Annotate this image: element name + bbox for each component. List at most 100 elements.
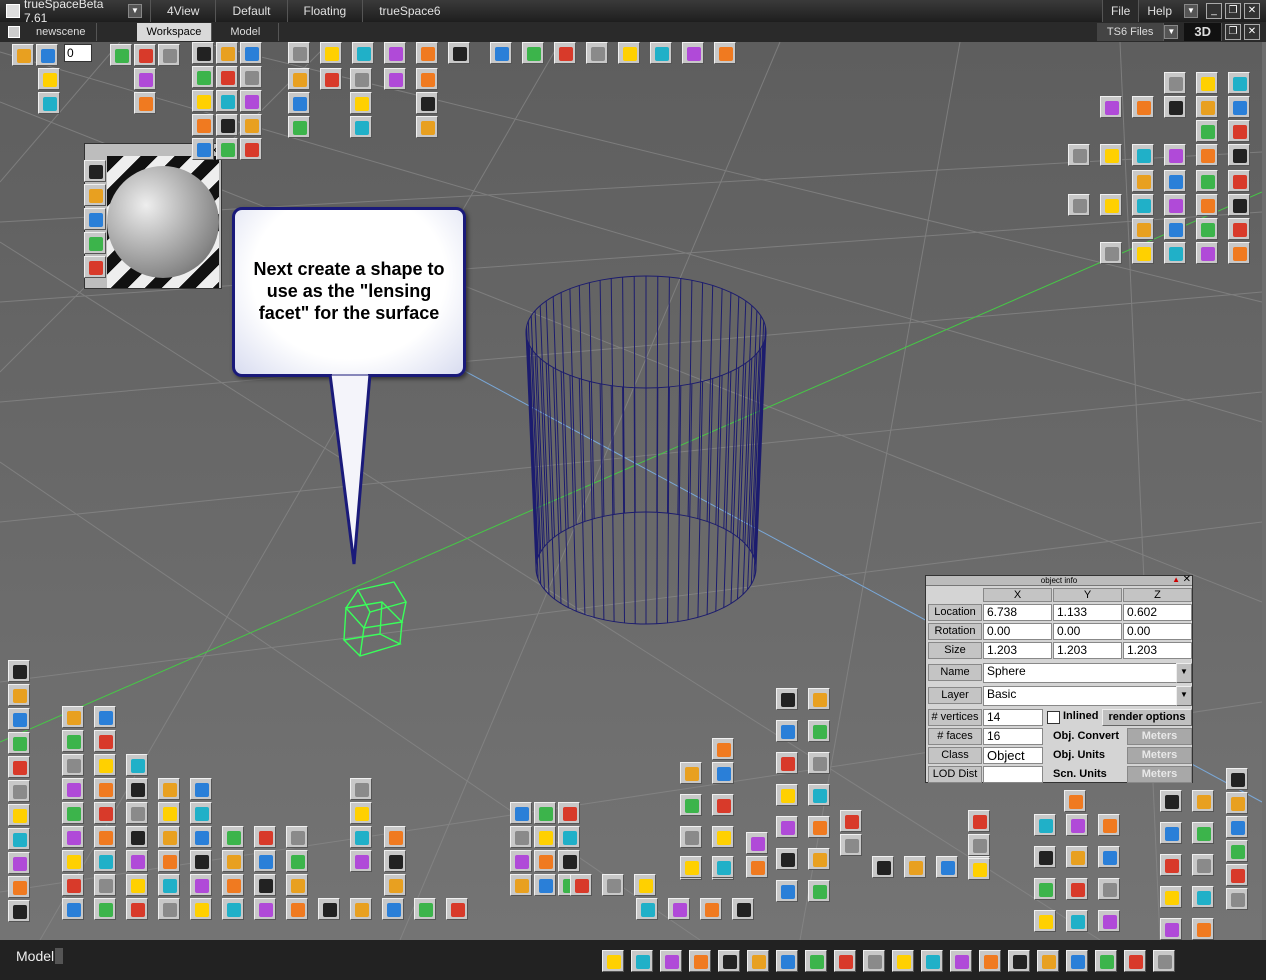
panel-collapse-icon[interactable]: ▲ (1172, 575, 1180, 584)
tool-button[interactable] (240, 90, 262, 112)
tool-button[interactable] (94, 778, 116, 800)
tool-button[interactable] (384, 826, 406, 848)
tool-button[interactable] (158, 826, 180, 848)
tool-button[interactable] (1132, 242, 1154, 264)
tool-button[interactable] (718, 950, 740, 972)
tool-button[interactable] (254, 898, 276, 920)
tool-button[interactable] (222, 850, 244, 872)
tool-button[interactable] (979, 950, 1001, 972)
tool-button[interactable] (1100, 242, 1122, 264)
tool-button[interactable] (1160, 854, 1182, 876)
tool-button[interactable] (318, 898, 340, 920)
tab-model[interactable]: Model (212, 23, 280, 41)
tool-button[interactable] (1228, 194, 1250, 216)
tool-button[interactable] (94, 850, 116, 872)
tool-button[interactable] (350, 898, 372, 920)
tool-button[interactable] (36, 44, 58, 66)
tool-button[interactable] (689, 950, 711, 972)
tool-button[interactable] (1228, 96, 1250, 118)
tool-button[interactable] (384, 850, 406, 872)
tool-button[interactable] (586, 42, 608, 64)
tool-button[interactable] (192, 114, 214, 136)
material-preview[interactable] (107, 156, 219, 288)
object-info-close-icon[interactable]: ✕ (1183, 574, 1191, 585)
tool-button[interactable] (808, 720, 830, 742)
tool-button[interactable] (286, 826, 308, 848)
tool-button[interactable] (62, 874, 84, 896)
tool-button[interactable] (94, 802, 116, 824)
tool-button[interactable] (1066, 846, 1088, 868)
tool-button[interactable] (1192, 918, 1214, 940)
tool-button[interactable] (288, 68, 310, 90)
tool-button[interactable] (416, 42, 438, 64)
tool-button[interactable] (1226, 840, 1248, 862)
tool-button[interactable] (384, 68, 406, 90)
tool-button[interactable] (1034, 910, 1056, 932)
tool-button[interactable] (62, 850, 84, 872)
tool-button[interactable] (288, 92, 310, 114)
tool-button[interactable] (1196, 194, 1218, 216)
tool-button[interactable] (350, 850, 372, 872)
rotation-x-field[interactable]: 0.00 (983, 623, 1052, 640)
tool-button[interactable] (320, 68, 342, 90)
tool-button[interactable] (1192, 790, 1214, 812)
lensing-facet-shape[interactable] (336, 578, 416, 668)
tool-button[interactable] (350, 802, 372, 824)
tool-button[interactable] (570, 874, 592, 896)
tool-button[interactable] (84, 256, 106, 278)
tool-button[interactable] (1196, 170, 1218, 192)
tool-button[interactable] (62, 778, 84, 800)
tool-button[interactable] (554, 42, 576, 64)
tool-button[interactable] (1034, 814, 1056, 836)
tool-button[interactable] (650, 42, 672, 64)
tool-button[interactable] (286, 898, 308, 920)
tool-button[interactable] (12, 44, 34, 66)
tool-button[interactable] (680, 856, 702, 878)
tool-button[interactable] (1034, 846, 1056, 868)
frame-field[interactable]: 0 (64, 44, 92, 62)
tool-button[interactable] (158, 898, 180, 920)
tool-button[interactable] (84, 208, 106, 230)
ts6-files-button[interactable]: TS6 Files (1096, 23, 1165, 41)
tool-button[interactable] (286, 850, 308, 872)
tool-button[interactable] (558, 802, 580, 824)
tab-floating[interactable]: Floating (286, 0, 363, 22)
tool-button[interactable] (1034, 878, 1056, 900)
tool-button[interactable] (1124, 950, 1146, 972)
tool-button[interactable] (158, 778, 180, 800)
tool-button[interactable] (1160, 918, 1182, 940)
tab-default[interactable]: Default (215, 0, 286, 22)
tool-button[interactable] (8, 684, 30, 706)
tool-button[interactable] (192, 66, 214, 88)
rotation-y-field[interactable]: 0.00 (1053, 623, 1122, 640)
tool-button[interactable] (1228, 144, 1250, 166)
tool-button[interactable] (1196, 218, 1218, 240)
tool-button[interactable] (8, 804, 30, 826)
tool-button[interactable] (240, 66, 262, 88)
tool-button[interactable] (1164, 242, 1186, 264)
files-dropdown-icon[interactable]: ▼ (1164, 25, 1179, 39)
tool-button[interactable] (134, 44, 156, 66)
tool-button[interactable] (350, 68, 372, 90)
tool-button[interactable] (634, 874, 656, 896)
tool-button[interactable] (1196, 96, 1218, 118)
tool-button[interactable] (680, 826, 702, 848)
tab-4view[interactable]: 4View (150, 0, 215, 22)
tool-button[interactable] (1192, 854, 1214, 876)
tool-button[interactable] (1132, 96, 1154, 118)
tool-button[interactable] (126, 874, 148, 896)
panel-restore-icon[interactable]: ❐ (1225, 24, 1241, 40)
tool-button[interactable] (1066, 814, 1088, 836)
tool-button[interactable] (631, 950, 653, 972)
tool-button[interactable] (216, 66, 238, 88)
tool-button[interactable] (94, 874, 116, 896)
tool-button[interactable] (350, 826, 372, 848)
layer-field[interactable]: Basic (983, 686, 1177, 706)
tool-button[interactable] (158, 44, 180, 66)
tool-button[interactable] (558, 850, 580, 872)
tool-button[interactable] (350, 778, 372, 800)
tool-button[interactable] (892, 950, 914, 972)
tool-button[interactable] (352, 42, 374, 64)
tool-button[interactable] (1037, 950, 1059, 972)
tool-button[interactable] (680, 762, 702, 784)
